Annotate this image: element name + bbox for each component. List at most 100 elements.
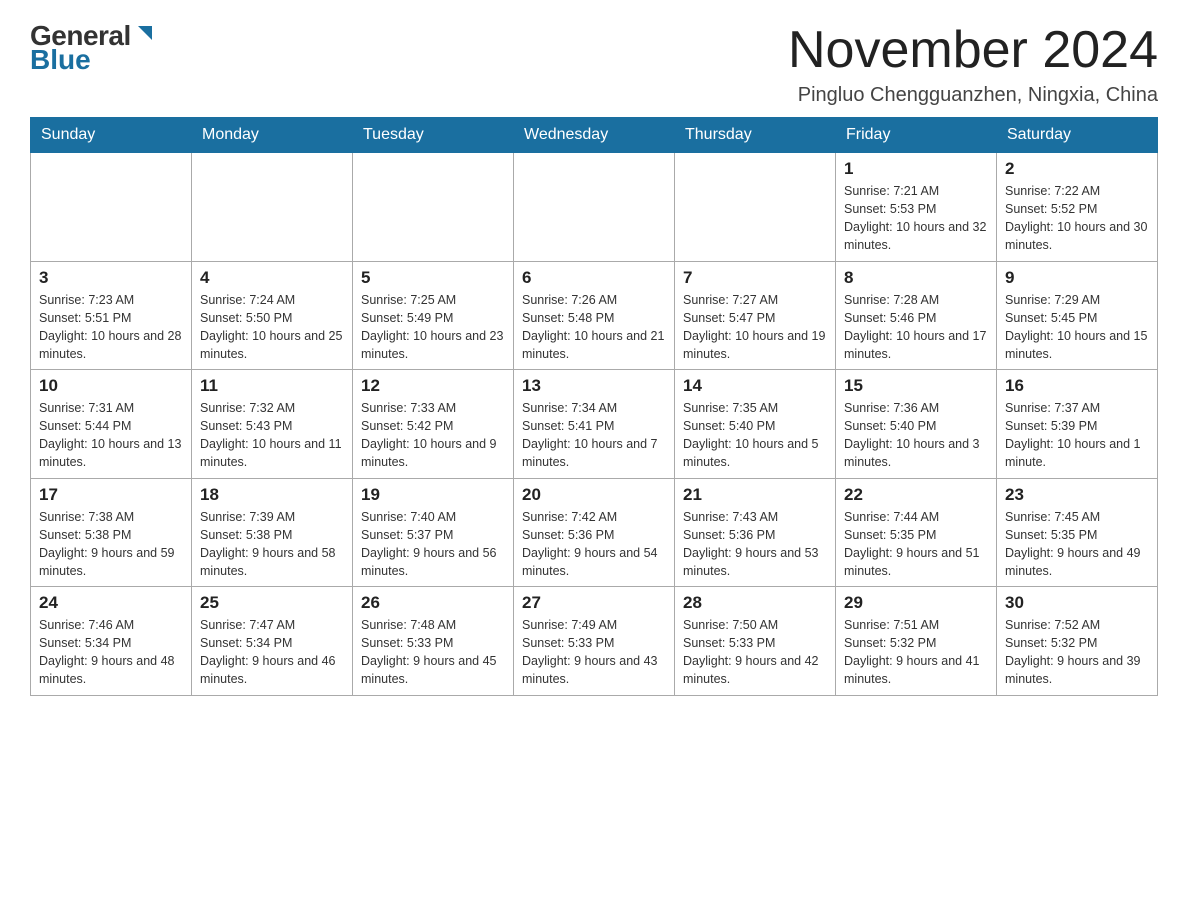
calendar-cell: 27 Sunrise: 7:49 AMSunset: 5:33 PMDayligh… bbox=[514, 587, 675, 696]
day-info: Sunrise: 7:21 AMSunset: 5:53 PMDaylight:… bbox=[844, 182, 988, 255]
header-tuesday: Tuesday bbox=[353, 118, 514, 153]
day-info: Sunrise: 7:38 AMSunset: 5:38 PMDaylight:… bbox=[39, 508, 183, 581]
day-info: Sunrise: 7:24 AMSunset: 5:50 PMDaylight:… bbox=[200, 291, 344, 364]
day-number: 21 bbox=[683, 485, 827, 505]
day-info: Sunrise: 7:29 AMSunset: 5:45 PMDaylight:… bbox=[1005, 291, 1149, 364]
calendar-cell: 24 Sunrise: 7:46 AMSunset: 5:34 PMDayligh… bbox=[31, 587, 192, 696]
day-info: Sunrise: 7:52 AMSunset: 5:32 PMDaylight:… bbox=[1005, 616, 1149, 689]
day-info: Sunrise: 7:23 AMSunset: 5:51 PMDaylight:… bbox=[39, 291, 183, 364]
day-info: Sunrise: 7:27 AMSunset: 5:47 PMDaylight:… bbox=[683, 291, 827, 364]
location-title: Pingluo Chengguanzhen, Ningxia, China bbox=[788, 84, 1158, 107]
day-info: Sunrise: 7:28 AMSunset: 5:46 PMDaylight:… bbox=[844, 291, 988, 364]
day-number: 27 bbox=[522, 593, 666, 613]
calendar-cell: 18Sunrise: 7:39 AMSunset: 5:38 PMDayligh… bbox=[192, 478, 353, 587]
calendar-cell: 1Sunrise: 7:21 AMSunset: 5:53 PMDaylight… bbox=[836, 153, 997, 262]
calendar-cell: 29 Sunrise: 7:51 AMSunset: 5:32 PMDayligh… bbox=[836, 587, 997, 696]
day-info: Sunrise: 7:26 AMSunset: 5:48 PMDaylight:… bbox=[522, 291, 666, 364]
day-number: 5 bbox=[361, 268, 505, 288]
day-number: 12 bbox=[361, 376, 505, 396]
day-info: Sunrise: 7:37 AMSunset: 5:39 PMDaylight:… bbox=[1005, 399, 1149, 472]
day-info: Sunrise: 7:48 AMSunset: 5:33 PMDaylight:… bbox=[361, 616, 505, 689]
week-row-3: 10 Sunrise: 7:31 AMSunset: 5:44 PMDayligh… bbox=[31, 370, 1158, 479]
month-title: November 2024 bbox=[788, 20, 1158, 80]
header-monday: Monday bbox=[192, 118, 353, 153]
calendar-cell bbox=[514, 153, 675, 262]
day-info: Sunrise: 7:46 AMSunset: 5:34 PMDaylight:… bbox=[39, 616, 183, 689]
header-thursday: Thursday bbox=[675, 118, 836, 153]
day-number: 3 bbox=[39, 268, 183, 288]
day-number: 9 bbox=[1005, 268, 1149, 288]
day-number: 8 bbox=[844, 268, 988, 288]
header-friday: Friday bbox=[836, 118, 997, 153]
day-number: 11 bbox=[200, 376, 344, 396]
logo-triangle-icon bbox=[134, 22, 156, 44]
day-number: 20 bbox=[522, 485, 666, 505]
day-number: 23 bbox=[1005, 485, 1149, 505]
day-number: 30 bbox=[1005, 593, 1149, 613]
day-info: Sunrise: 7:44 AMSunset: 5:35 PMDaylight:… bbox=[844, 508, 988, 581]
day-number: 29 bbox=[844, 593, 988, 613]
day-info: Sunrise: 7:50 AMSunset: 5:33 PMDaylight:… bbox=[683, 616, 827, 689]
day-number: 4 bbox=[200, 268, 344, 288]
calendar-cell bbox=[31, 153, 192, 262]
day-number: 16 bbox=[1005, 376, 1149, 396]
header-wednesday: Wednesday bbox=[514, 118, 675, 153]
calendar-cell bbox=[353, 153, 514, 262]
calendar-cell: 13 Sunrise: 7:34 AMSunset: 5:41 PMDayligh… bbox=[514, 370, 675, 479]
calendar-cell: 25Sunrise: 7:47 AMSunset: 5:34 PMDayligh… bbox=[192, 587, 353, 696]
calendar-table: SundayMondayTuesdayWednesdayThursdayFrid… bbox=[30, 117, 1158, 696]
calendar-cell: 21 Sunrise: 7:43 AMSunset: 5:36 PMDayligh… bbox=[675, 478, 836, 587]
day-number: 6 bbox=[522, 268, 666, 288]
logo-blue-text: Blue bbox=[30, 44, 91, 76]
day-info: Sunrise: 7:40 AMSunset: 5:37 PMDaylight:… bbox=[361, 508, 505, 581]
day-info: Sunrise: 7:35 AMSunset: 5:40 PMDaylight:… bbox=[683, 399, 827, 472]
day-number: 10 bbox=[39, 376, 183, 396]
calendar-cell: 2 Sunrise: 7:22 AMSunset: 5:52 PMDaylight… bbox=[997, 153, 1158, 262]
day-number: 13 bbox=[522, 376, 666, 396]
calendar-cell: 22 Sunrise: 7:44 AMSunset: 5:35 PMDayligh… bbox=[836, 478, 997, 587]
day-number: 28 bbox=[683, 593, 827, 613]
day-number: 22 bbox=[844, 485, 988, 505]
logo: General Blue bbox=[30, 20, 156, 76]
day-number: 24 bbox=[39, 593, 183, 613]
calendar-cell: 30 Sunrise: 7:52 AMSunset: 5:32 PMDayligh… bbox=[997, 587, 1158, 696]
calendar-cell: 8 Sunrise: 7:28 AMSunset: 5:46 PMDaylight… bbox=[836, 261, 997, 370]
day-info: Sunrise: 7:43 AMSunset: 5:36 PMDaylight:… bbox=[683, 508, 827, 581]
calendar-cell: 26 Sunrise: 7:48 AMSunset: 5:33 PMDayligh… bbox=[353, 587, 514, 696]
calendar-cell: 15 Sunrise: 7:36 AMSunset: 5:40 PMDayligh… bbox=[836, 370, 997, 479]
day-number: 26 bbox=[361, 593, 505, 613]
calendar-cell bbox=[675, 153, 836, 262]
calendar-cell: 28 Sunrise: 7:50 AMSunset: 5:33 PMDayligh… bbox=[675, 587, 836, 696]
day-number: 14 bbox=[683, 376, 827, 396]
day-number: 19 bbox=[361, 485, 505, 505]
day-info: Sunrise: 7:36 AMSunset: 5:40 PMDaylight:… bbox=[844, 399, 988, 472]
day-number: 17 bbox=[39, 485, 183, 505]
calendar-cell: 7 Sunrise: 7:27 AMSunset: 5:47 PMDaylight… bbox=[675, 261, 836, 370]
day-info: Sunrise: 7:33 AMSunset: 5:42 PMDaylight:… bbox=[361, 399, 505, 472]
day-info: Sunrise: 7:31 AMSunset: 5:44 PMDaylight:… bbox=[39, 399, 183, 472]
day-number: 2 bbox=[1005, 159, 1149, 179]
day-number: 25 bbox=[200, 593, 344, 613]
calendar-cell: 16 Sunrise: 7:37 AMSunset: 5:39 PMDayligh… bbox=[997, 370, 1158, 479]
calendar-cell: 10 Sunrise: 7:31 AMSunset: 5:44 PMDayligh… bbox=[31, 370, 192, 479]
day-info: Sunrise: 7:51 AMSunset: 5:32 PMDaylight:… bbox=[844, 616, 988, 689]
calendar-cell: 14 Sunrise: 7:35 AMSunset: 5:40 PMDayligh… bbox=[675, 370, 836, 479]
calendar-header-row: SundayMondayTuesdayWednesdayThursdayFrid… bbox=[31, 118, 1158, 153]
title-area: November 2024 Pingluo Chengguanzhen, Nin… bbox=[788, 20, 1158, 107]
day-info: Sunrise: 7:22 AMSunset: 5:52 PMDaylight:… bbox=[1005, 182, 1149, 255]
week-row-2: 3 Sunrise: 7:23 AMSunset: 5:51 PMDaylight… bbox=[31, 261, 1158, 370]
day-number: 7 bbox=[683, 268, 827, 288]
calendar-cell bbox=[192, 153, 353, 262]
day-info: Sunrise: 7:49 AMSunset: 5:33 PMDaylight:… bbox=[522, 616, 666, 689]
calendar-cell: 17 Sunrise: 7:38 AMSunset: 5:38 PMDayligh… bbox=[31, 478, 192, 587]
week-row-1: 1Sunrise: 7:21 AMSunset: 5:53 PMDaylight… bbox=[31, 153, 1158, 262]
day-info: Sunrise: 7:34 AMSunset: 5:41 PMDaylight:… bbox=[522, 399, 666, 472]
day-number: 15 bbox=[844, 376, 988, 396]
day-info: Sunrise: 7:25 AMSunset: 5:49 PMDaylight:… bbox=[361, 291, 505, 364]
calendar-cell: 3 Sunrise: 7:23 AMSunset: 5:51 PMDaylight… bbox=[31, 261, 192, 370]
calendar-cell: 4 Sunrise: 7:24 AMSunset: 5:50 PMDaylight… bbox=[192, 261, 353, 370]
calendar-cell: 6 Sunrise: 7:26 AMSunset: 5:48 PMDaylight… bbox=[514, 261, 675, 370]
day-info: Sunrise: 7:32 AMSunset: 5:43 PMDaylight:… bbox=[200, 399, 344, 472]
day-number: 18 bbox=[200, 485, 344, 505]
calendar-cell: 20Sunrise: 7:42 AMSunset: 5:36 PMDayligh… bbox=[514, 478, 675, 587]
